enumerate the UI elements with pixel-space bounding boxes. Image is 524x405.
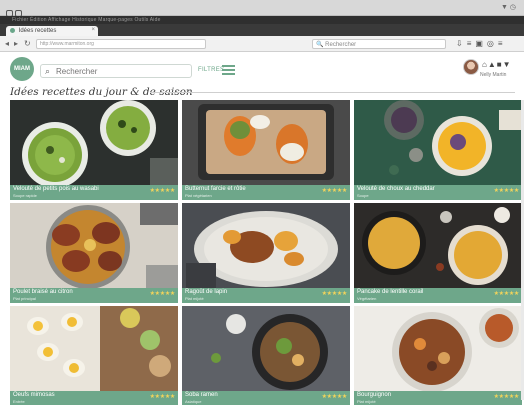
- recipe-caption: Soba ramen Asiatique ★★★★★: [182, 391, 350, 405]
- recipe-title[interactable]: Bourguignon: [357, 392, 391, 398]
- recipe-card[interactable]: Oeufs mimosas Entrée ★★★★★: [10, 306, 178, 405]
- favicon-icon: [10, 28, 15, 33]
- rating-stars: ★★★★★: [493, 394, 520, 400]
- app-logo[interactable]: MIAM: [10, 57, 34, 81]
- browser-tabbar: Idées recettes ×: [0, 24, 524, 36]
- rating-stars: ★★★★★: [149, 394, 176, 400]
- browser-toolbar: ◂ ▸ ↻ http://www.marmiton.org 🔍 Recherch…: [0, 36, 524, 52]
- recipe-subtitle: Asiatique: [185, 399, 202, 404]
- recipe-caption: Butternut farcie et rôtie Plat végétarie…: [182, 185, 350, 200]
- recipe-search-input[interactable]: [56, 67, 186, 76]
- recipe-photo[interactable]: [182, 306, 350, 391]
- recipe-card[interactable]: Velouté de petits pois au wasabi Soupe r…: [10, 100, 178, 200]
- recipe-photo[interactable]: [354, 100, 522, 185]
- user-name: Nelly Martin: [480, 72, 507, 78]
- rating-stars: ★★★★★: [493, 188, 520, 194]
- toolbar-icons[interactable]: ⇩≡▣◎≡: [456, 39, 507, 48]
- window-icons: [6, 4, 24, 17]
- browser-search-placeholder: Rechercher: [325, 42, 357, 48]
- app-header: MIAM ⌕ FILTRES ⌂▲■▼ Nelly Martin: [0, 53, 524, 85]
- search-icon: ⌕: [45, 66, 51, 76]
- recipe-subtitle: Soupe: [357, 193, 369, 198]
- rating-stars: ★★★★★: [321, 291, 348, 297]
- recipe-card[interactable]: Poulet braisé au citron Plat principal ★…: [10, 203, 178, 303]
- recipe-title[interactable]: Ragoût de lapin: [185, 289, 227, 295]
- recipe-card[interactable]: Ragoût de lapin Plat mijoté ★★★★★: [182, 203, 350, 303]
- recipe-photo[interactable]: [182, 100, 350, 185]
- recipe-card[interactable]: Butternut farcie et rôtie Plat végétarie…: [182, 100, 350, 200]
- recipe-card[interactable]: Soba ramen Asiatique ★★★★★: [182, 306, 350, 405]
- forward-icon[interactable]: ▸: [14, 39, 18, 48]
- recipe-subtitle: Plat mijoté: [185, 296, 204, 301]
- os-top-bar: ▼ ◷: [0, 0, 524, 17]
- recipe-caption: Poulet braisé au citron Plat principal ★…: [10, 288, 178, 303]
- recipe-photo[interactable]: [10, 203, 178, 288]
- recipe-subtitle: Entrée: [13, 399, 25, 404]
- rating-stars: ★★★★★: [149, 291, 176, 297]
- rating-stars: ★★★★★: [321, 188, 348, 194]
- recipe-caption: Bourguignon Plat mijoté ★★★★★: [354, 391, 522, 405]
- recipe-subtitle: Plat végétarien: [185, 193, 212, 198]
- recipe-photo[interactable]: [10, 100, 178, 185]
- search-icon: 🔍: [316, 42, 324, 48]
- recipe-subtitle: Végétarien: [357, 296, 377, 301]
- url-bar[interactable]: http://www.marmiton.org: [36, 39, 206, 49]
- recipe-title[interactable]: Velouté de petits pois au wasabi: [13, 186, 99, 192]
- recipe-title[interactable]: Butternut farcie et rôtie: [185, 186, 246, 192]
- recipe-card[interactable]: Bourguignon Plat mijoté ★★★★★: [354, 306, 522, 405]
- recipe-subtitle: Soupe rapide: [13, 193, 37, 198]
- tab-title: Idées recettes: [18, 28, 57, 35]
- rating-stars: ★★★★★: [149, 188, 176, 194]
- recipe-title[interactable]: Poulet braisé au citron: [13, 289, 73, 295]
- menu-items[interactable]: Fichier Édition Affichage Historique Mar…: [12, 17, 161, 23]
- browser-menubar: Fichier Édition Affichage Historique Mar…: [0, 16, 524, 24]
- reload-icon[interactable]: ↻: [24, 39, 31, 48]
- system-tray: ▼ ◷: [501, 4, 516, 11]
- rating-stars: ★★★★★: [321, 394, 348, 400]
- avatar[interactable]: [463, 59, 479, 75]
- recipe-search[interactable]: ⌕: [40, 64, 192, 78]
- hamburger-menu-icon[interactable]: [222, 65, 235, 75]
- recipe-card[interactable]: Pancake de lentille corail Végétarien ★★…: [354, 203, 522, 303]
- recipe-title[interactable]: Pancake de lentille corail: [357, 289, 423, 295]
- close-tab-icon[interactable]: ×: [91, 27, 95, 33]
- recipe-title[interactable]: Oeufs mimosas: [13, 392, 55, 398]
- recipe-title[interactable]: Velouté de choux au cheddar: [357, 186, 435, 192]
- recipe-caption: Ragoût de lapin Plat mijoté ★★★★★: [182, 288, 350, 303]
- filters-label[interactable]: FILTRES: [198, 67, 224, 73]
- user-action-icons[interactable]: ⌂▲■▼: [482, 60, 512, 69]
- recipe-title[interactable]: Soba ramen: [185, 392, 218, 398]
- recipe-photo[interactable]: [182, 203, 350, 288]
- heading-divider: [150, 92, 515, 93]
- recipe-subtitle: Plat mijoté: [357, 399, 376, 404]
- recipe-caption: Pancake de lentille corail Végétarien ★★…: [354, 288, 522, 303]
- browser-tab[interactable]: Idées recettes ×: [6, 26, 98, 36]
- recipe-caption: Velouté de petits pois au wasabi Soupe r…: [10, 185, 178, 200]
- recipe-caption: Oeufs mimosas Entrée ★★★★★: [10, 391, 178, 405]
- recipe-subtitle: Plat principal: [13, 296, 36, 301]
- recipe-card[interactable]: Velouté de choux au cheddar Soupe ★★★★★: [354, 100, 522, 200]
- recipe-photo[interactable]: [10, 306, 178, 391]
- browser-search-bar[interactable]: 🔍 Rechercher: [312, 39, 446, 49]
- rating-stars: ★★★★★: [493, 291, 520, 297]
- back-icon[interactable]: ◂: [5, 39, 9, 48]
- recipe-photo[interactable]: [354, 306, 522, 391]
- recipe-caption: Velouté de choux au cheddar Soupe ★★★★★: [354, 185, 522, 200]
- recipe-photo[interactable]: [354, 203, 522, 288]
